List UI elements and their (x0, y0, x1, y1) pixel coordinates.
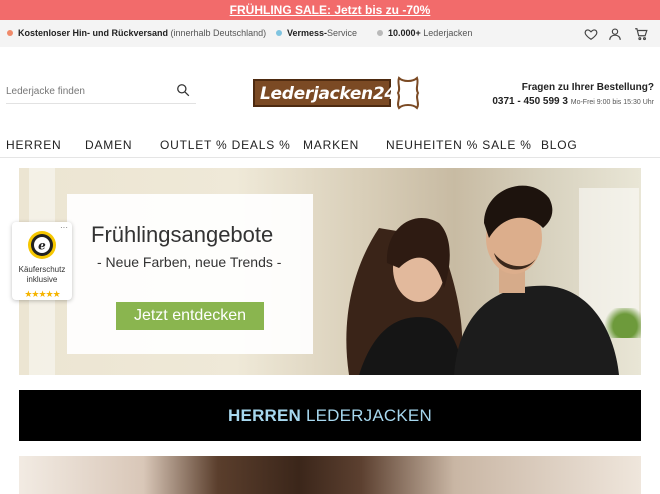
user-icon[interactable] (608, 27, 622, 41)
hero-banner[interactable]: Frühlingsangebote - Neue Farben, neue Tr… (19, 168, 641, 375)
search-input[interactable] (6, 80, 166, 102)
trust-label-protection: Käuferschutz (18, 265, 66, 274)
hero-text-card: Frühlingsangebote - Neue Farben, neue Tr… (67, 194, 313, 354)
category-banner-rest: LEDERJACKEN (301, 406, 432, 425)
site-logo[interactable]: Lederjacken24 (253, 76, 423, 110)
cart-icon[interactable] (634, 27, 648, 41)
nav-item-damen[interactable]: DAMEN (85, 138, 132, 152)
trust-label-included: inklusive (26, 275, 58, 284)
usp-measuring-service: Vermess-Service (276, 20, 357, 47)
nav-item-marken[interactable]: MARKEN (303, 138, 359, 152)
heart-icon[interactable] (584, 27, 598, 41)
leather-hide-icon (393, 76, 423, 110)
category-teaser-image[interactable] (19, 456, 641, 494)
trusted-shops-badge[interactable]: ··· e Käuferschutz inklusive ★★★★★ (12, 222, 72, 300)
search-bar (6, 80, 196, 104)
contact-info: Fragen zu Ihrer Bestellung? 0371 - 450 5… (492, 82, 654, 107)
logo-wordmark: Lederjacken24 (253, 79, 396, 107)
category-banner-herren[interactable]: HERREN LEDERJACKEN (19, 390, 641, 441)
trusted-shops-seal-icon: e (27, 230, 57, 260)
hero-couple-image (346, 185, 619, 375)
bullet-dot-icon (276, 29, 282, 36)
hero-title: Frühlingsangebote (91, 222, 274, 247)
hero-subtitle: - Neue Farben, neue Trends - (97, 254, 282, 270)
bullet-dot-icon (7, 29, 13, 36)
discover-button[interactable]: Jetzt entdecken (116, 302, 264, 330)
nav-item-outlet-deals[interactable]: OUTLET % DEALS % (160, 138, 291, 152)
usp-bar: Kostenloser Hin- und Rückversand (innerh… (0, 20, 660, 47)
contact-hours: Mo-Frei 9:00 bis 15:30 Uhr (570, 99, 654, 106)
category-banner-bold: HERREN (228, 406, 302, 425)
contact-phone[interactable]: 0371 - 450 599 3 (492, 96, 568, 107)
nav-item-neuheiten-sale[interactable]: NEUHEITEN % SALE % (386, 138, 532, 152)
main-navigation: HERREN DAMEN OUTLET % DEALS % MARKEN NEU… (0, 132, 660, 158)
nav-item-herren[interactable]: HERREN (6, 138, 61, 152)
more-options-icon[interactable]: ··· (60, 223, 68, 232)
bullet-dot-icon (377, 29, 383, 36)
usp-free-shipping: Kostenloser Hin- und Rückversand (innerh… (7, 20, 266, 47)
contact-question: Fragen zu Ihrer Bestellung? (521, 82, 654, 93)
usp-jacket-count: 10.000+ Lederjacken (377, 20, 472, 47)
svg-text:e: e (38, 239, 46, 253)
promo-sale-banner[interactable]: FRÜHLING SALE: Jetzt bis zu -70% (0, 0, 660, 20)
search-icon[interactable] (176, 83, 190, 97)
rating-stars-icon: ★★★★★ (24, 289, 60, 299)
nav-item-blog[interactable]: BLOG (541, 138, 578, 152)
